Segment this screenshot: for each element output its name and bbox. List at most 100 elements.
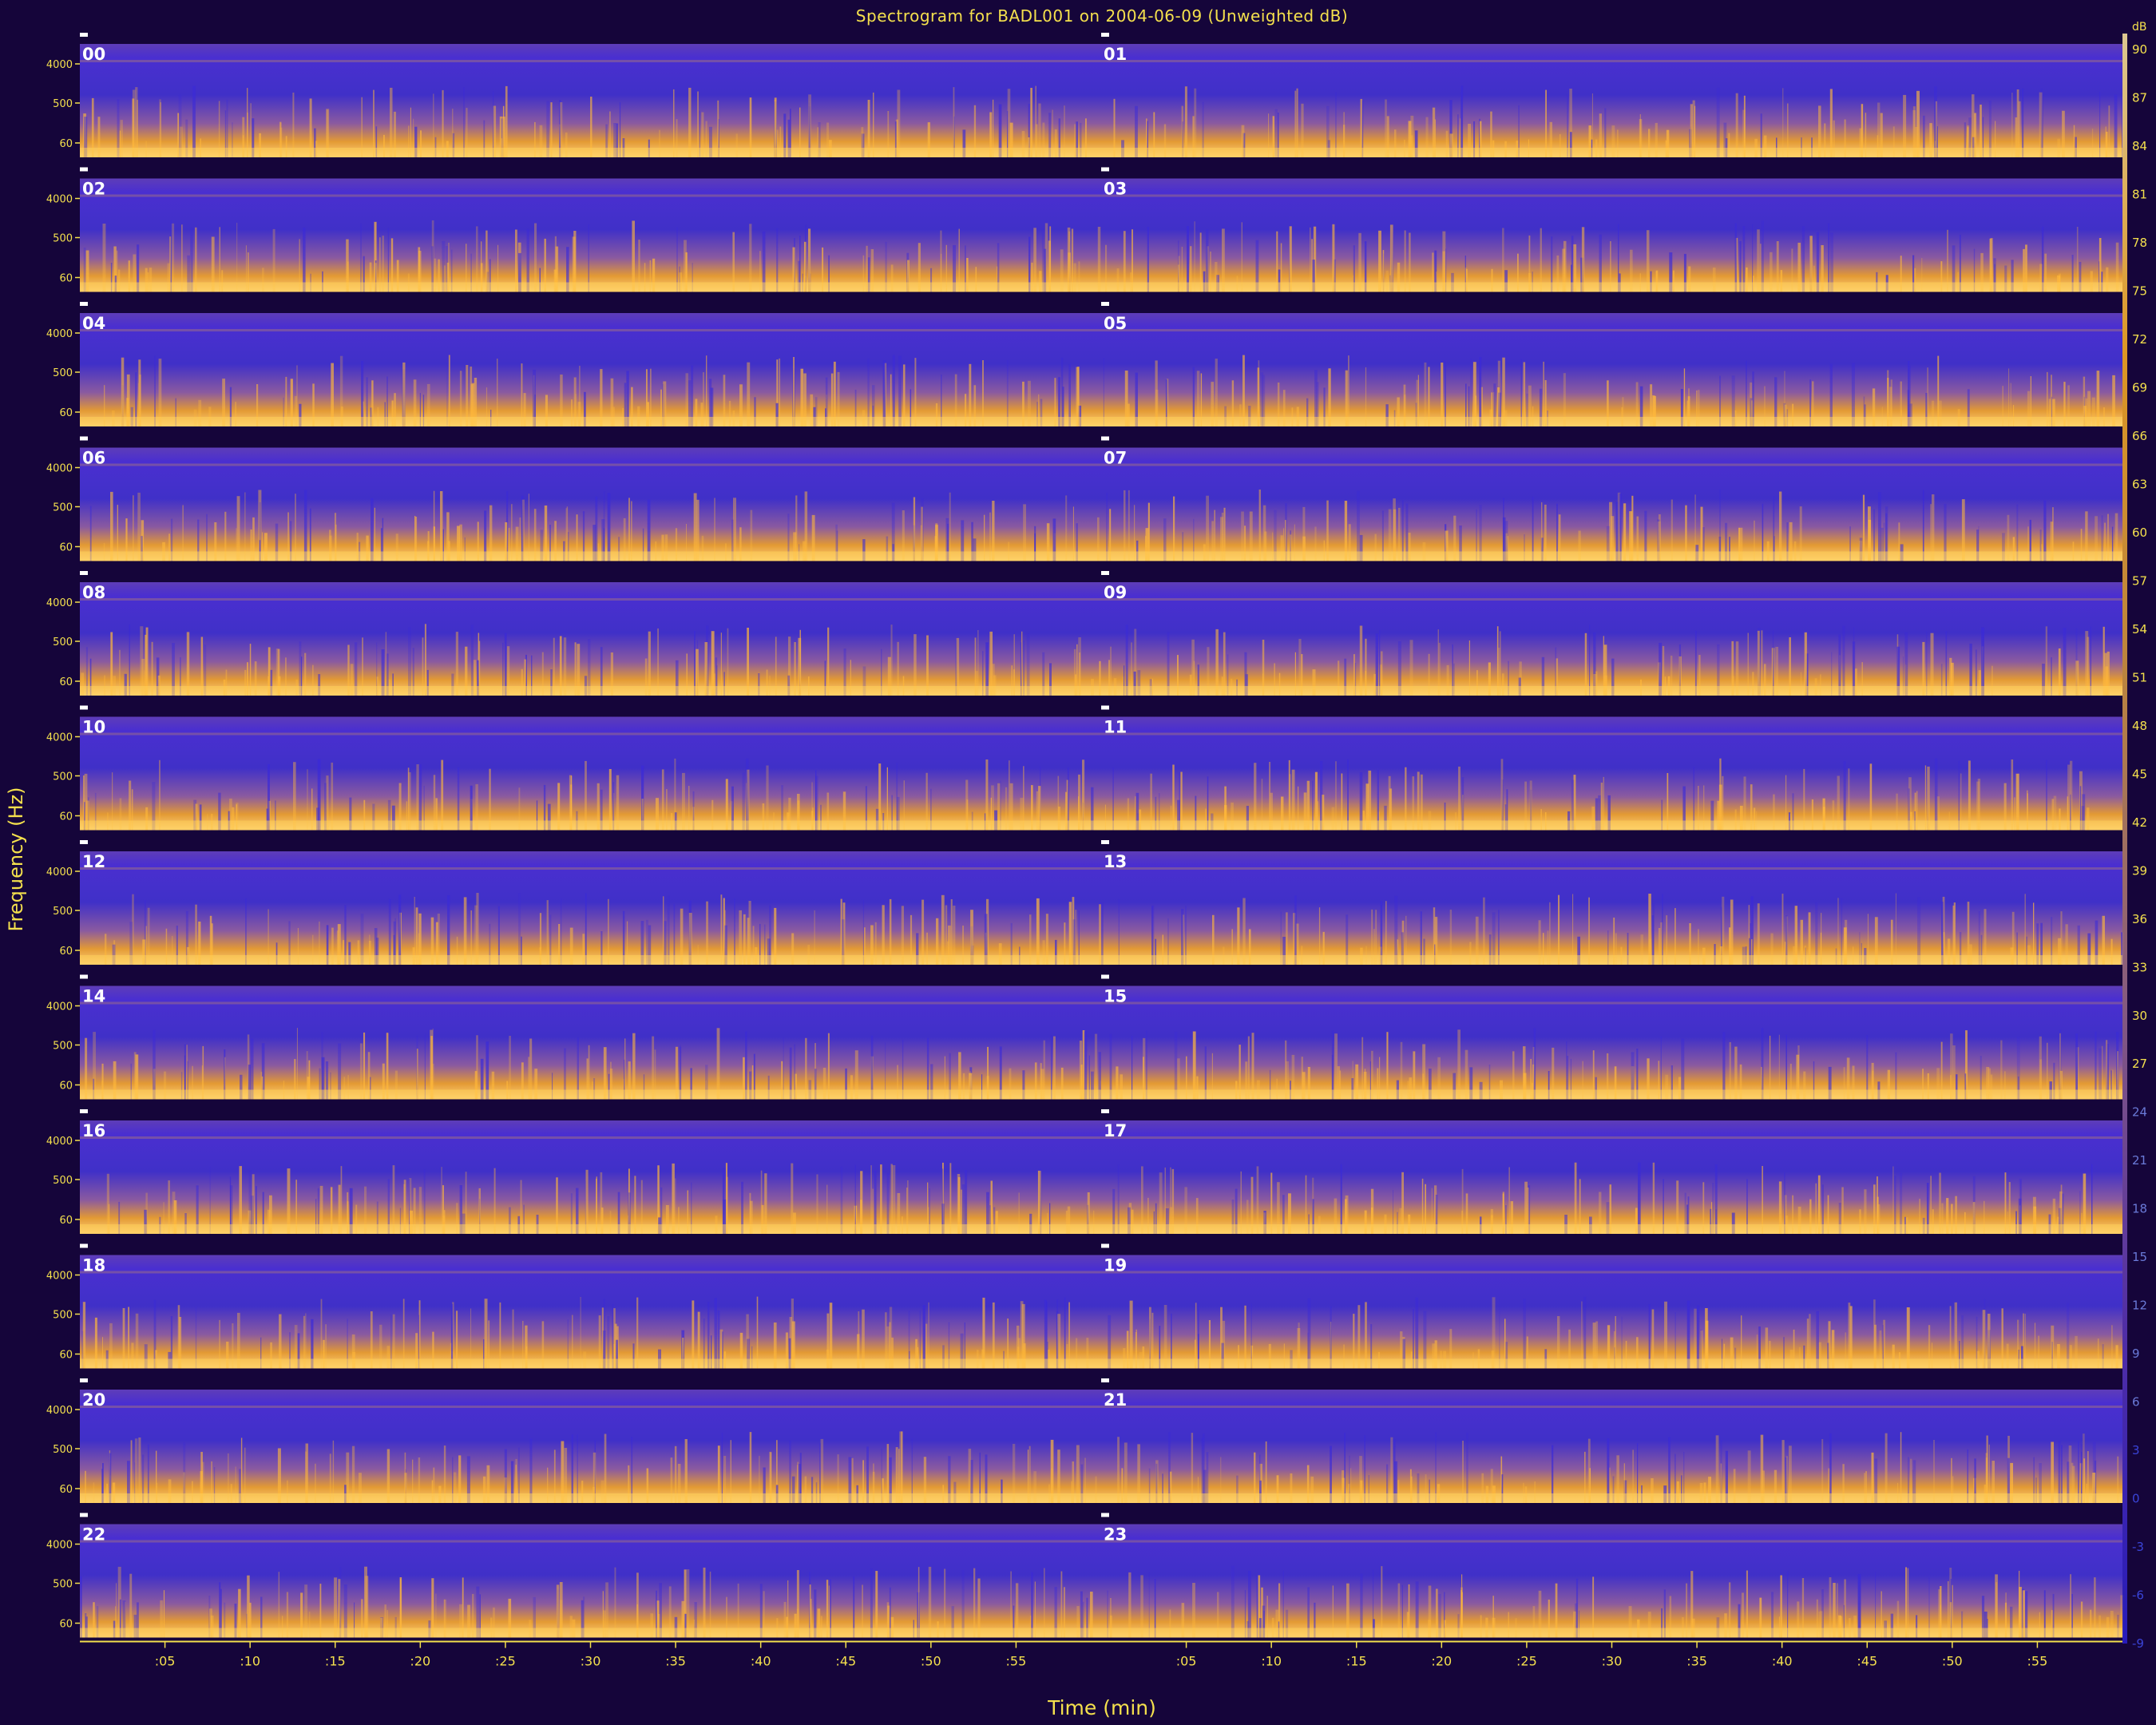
spectral-streak: [1381, 1566, 1383, 1638]
spectrogram-panel: 10: [80, 705, 1101, 831]
spectral-streak: [1021, 1303, 1025, 1369]
spectral-streak: [534, 223, 537, 292]
spectral-streak: [992, 1302, 995, 1369]
spectrogram-panel: 15: [1101, 974, 2122, 1100]
colorbar-tick-label: 36: [2132, 912, 2147, 926]
spectral-streak: [779, 358, 781, 426]
y-tick-label: 500: [53, 771, 73, 783]
spectral-streak: [2059, 1033, 2061, 1100]
spectral-streak: [1030, 88, 1032, 157]
spectral-streak: [1968, 760, 1971, 831]
colorbar-tick-label: 57: [2132, 573, 2147, 588]
spectral-streak: [749, 1432, 752, 1503]
low-frequency-band: [1101, 148, 2122, 157]
spectrogram-panel: 06: [80, 436, 1101, 561]
spectral-streak: [154, 355, 156, 426]
spectral-streak: [1437, 629, 1439, 696]
spectral-streak: [791, 1163, 794, 1234]
spectral-streak: [320, 1299, 323, 1369]
spectral-streak: [1734, 223, 1737, 292]
tonal-line: [80, 1136, 1101, 1139]
spectrogram-panel: 08: [80, 571, 1101, 696]
panel-marker: [1101, 33, 1109, 37]
spectral-streak: [604, 1434, 607, 1503]
spectral-streak: [1215, 629, 1219, 696]
panel-marker: [80, 1378, 88, 1382]
spectral-streak: [361, 361, 364, 426]
low-frequency-band: [1101, 417, 2122, 426]
spectral-streak: [1862, 494, 1865, 561]
tonal-line: [1101, 194, 2122, 197]
y-tick-label: 500: [53, 1041, 73, 1053]
spectral-streak: [402, 1299, 405, 1369]
tonal-line: [80, 1271, 1101, 1274]
low-frequency-band: [80, 148, 1101, 157]
spectral-streak: [529, 1438, 533, 1503]
spectral-streak: [245, 898, 247, 965]
spectral-streak: [1900, 1432, 1902, 1503]
y-tick-label: 4000: [46, 328, 73, 340]
colorbar-tick-label: 84: [2132, 139, 2147, 153]
spectral-streak: [133, 495, 134, 561]
spectral-streak: [1084, 1031, 1088, 1100]
spectral-streak: [1174, 1031, 1178, 1100]
spectral-streak: [746, 758, 749, 831]
spectral-streak: [1694, 630, 1697, 696]
hour-label: 10: [82, 718, 105, 737]
hour-label: 11: [1104, 718, 1127, 737]
spectral-streak: [392, 1165, 395, 1234]
spectral-streak: [1746, 1570, 1748, 1638]
spectral-streak: [1694, 494, 1696, 561]
spectral-streak: [386, 1033, 389, 1100]
spectral-streak: [898, 355, 902, 426]
spectral-streak: [694, 631, 696, 696]
tonal-line: [1101, 329, 2122, 331]
x-tick-label: :30: [581, 1654, 601, 1669]
spectral-streak: [463, 897, 467, 965]
spectral-streak: [632, 220, 635, 292]
x-tick-label: :45: [835, 1654, 856, 1669]
y-tick-label: 500: [53, 367, 73, 379]
y-tick-label: 60: [59, 1215, 73, 1227]
spectral-streak: [1583, 1296, 1587, 1369]
spectral-streak: [673, 89, 675, 157]
tonal-line: [80, 867, 1101, 870]
spectral-streak: [1033, 228, 1036, 292]
spectral-streak: [1722, 1032, 1726, 1100]
spectral-streak: [493, 1168, 496, 1234]
colorbar-tick-label: 0: [2132, 1492, 2140, 1506]
spectral-streak: [648, 631, 651, 696]
colorbar-tick-label: 54: [2132, 622, 2147, 636]
spectral-streak: [2067, 1303, 2070, 1369]
spectral-streak: [1558, 894, 1560, 965]
spectral-streak: [1147, 227, 1149, 292]
spectral-streak: [1574, 1162, 1577, 1234]
x-tick-label: :10: [240, 1654, 260, 1669]
spectral-streak: [1470, 359, 1472, 426]
spectral-streak: [1294, 90, 1297, 157]
spectrogram-panel: 05: [1101, 302, 2122, 426]
panel-marker: [1101, 974, 1109, 979]
hour-label: 21: [1104, 1390, 1127, 1410]
spectral-streak: [1607, 1438, 1610, 1503]
spectral-streak: [408, 627, 411, 696]
spectral-streak: [1251, 1033, 1254, 1100]
spectral-streak: [1757, 630, 1760, 696]
spectral-streak: [1869, 763, 1873, 831]
spectral-streak: [450, 1303, 454, 1369]
low-frequency-band: [1101, 686, 2122, 696]
spectral-streak: [900, 1431, 903, 1503]
spectrogram-panel: 07: [1101, 436, 2122, 561]
spectral-streak: [703, 1567, 706, 1638]
low-frequency-band: [80, 282, 1101, 292]
spectral-streak: [1192, 1031, 1196, 1100]
spectral-streak: [1532, 497, 1534, 561]
spectral-streak: [1415, 1297, 1419, 1369]
panel-marker: [80, 840, 88, 844]
spectral-streak: [1466, 1433, 1468, 1503]
spectral-streak: [1908, 361, 1910, 426]
x-tick-label: :15: [1346, 1654, 1367, 1669]
x-tick-label: :20: [410, 1654, 430, 1669]
colorbar-tick-label: 51: [2132, 670, 2147, 684]
spectral-streak: [914, 358, 917, 426]
